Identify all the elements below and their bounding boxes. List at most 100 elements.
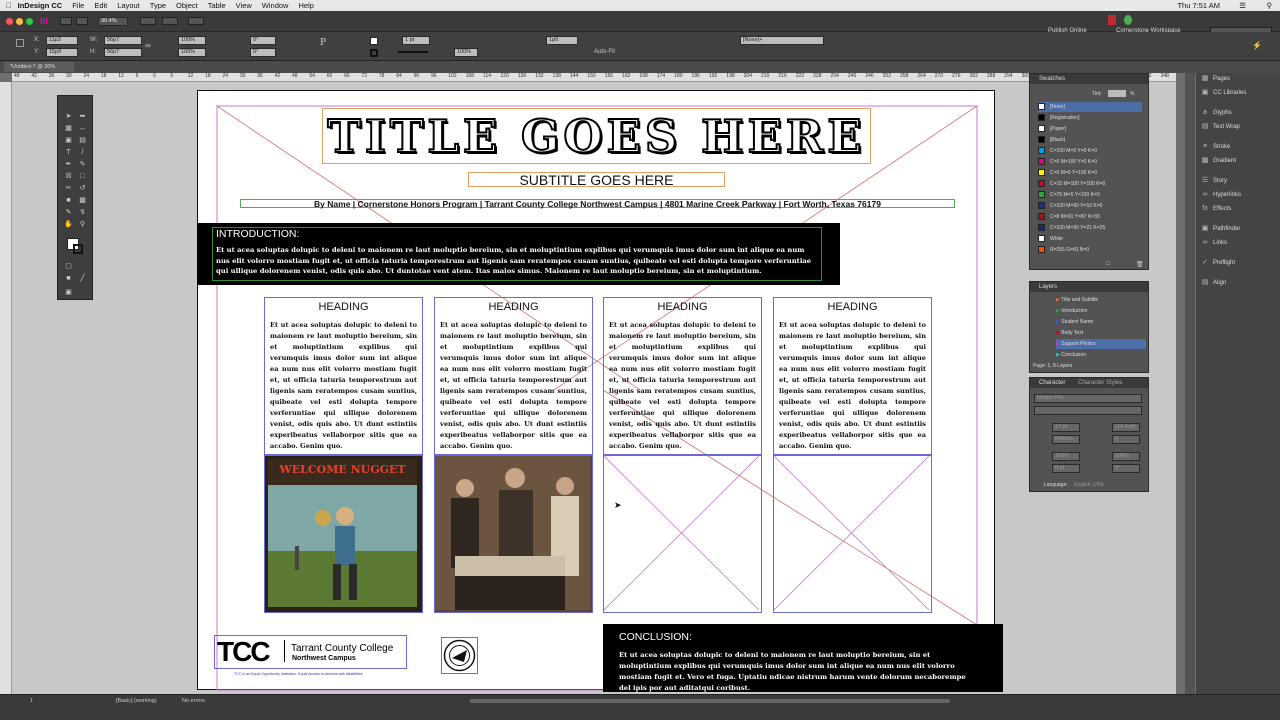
hand-tool-icon[interactable]: ✋: [64, 220, 73, 229]
font-family-select[interactable]: Minion Pro: [1034, 394, 1142, 403]
links-panel-button[interactable]: ∞ Links: [1196, 237, 1280, 249]
leading-field[interactable]: (14.4 pt): [1112, 423, 1140, 432]
constrain-proportions-icon[interactable]: ∞: [145, 41, 151, 50]
horizontal-scrollbar[interactable]: [470, 699, 950, 703]
preflight-panel-button[interactable]: ✓ Preflight: [1196, 257, 1280, 269]
apply-color-icon[interactable]: ■: [64, 274, 73, 283]
swatch-row[interactable]: C=100 M=90 Y=10 K=0: [1038, 201, 1142, 211]
x-position-field[interactable]: 11p3: [46, 36, 78, 45]
title-frame[interactable]: TITLE GOES HERE: [322, 108, 871, 164]
swatch-row[interactable]: C=100 M=0 Y=0 K=0: [1038, 146, 1142, 156]
menu-type[interactable]: Type: [150, 1, 166, 10]
swatch-row[interactable]: [Black]: [1038, 135, 1142, 145]
conclusion-body[interactable]: Et ut acea soluptas dolupic to deleni to…: [619, 650, 979, 694]
height-field[interactable]: 56p7: [104, 48, 142, 57]
font-style-select[interactable]: [1034, 406, 1142, 415]
sync-icon[interactable]: [1124, 15, 1132, 25]
swatches-title[interactable]: Swatches: [1030, 74, 1148, 84]
scale-y-field[interactable]: 100%: [178, 48, 206, 57]
introduction-body[interactable]: Et ut acea soluptas dolupic to deleni to…: [216, 245, 816, 277]
layer-row[interactable]: ▶ Student Name: [1056, 317, 1146, 327]
screen-mode-icon[interactable]: ▣: [64, 288, 73, 297]
gap-tool-icon[interactable]: ↔: [78, 124, 87, 133]
y-position-field[interactable]: 15p9: [46, 48, 78, 57]
menu-file[interactable]: File: [72, 1, 84, 10]
line-tool-icon[interactable]: /: [78, 148, 87, 157]
introduction-title[interactable]: INTRODUCTION:: [216, 228, 299, 240]
content-placer-icon[interactable]: ▤: [78, 136, 87, 145]
zoom-level-field[interactable]: 30.4%: [98, 17, 128, 26]
swatch-row[interactable]: C=0 M=0 Y=100 K=0: [1038, 168, 1142, 178]
type-tool-icon[interactable]: T: [64, 148, 73, 157]
conclusion-title[interactable]: CONCLUSION:: [619, 631, 692, 643]
free-transform-tool-icon[interactable]: ↺: [78, 184, 87, 193]
swatch-row[interactable]: C=8 M=91 Y=87 K=33: [1038, 212, 1142, 222]
gradient-swatch-tool-icon[interactable]: ■: [64, 196, 73, 205]
kerning-field[interactable]: Metrics: [1052, 435, 1080, 444]
support-photo-2[interactable]: [434, 455, 593, 613]
document-tab[interactable]: *Untitled-7 @ 30%: [4, 62, 74, 72]
tracking-field[interactable]: 0: [1112, 435, 1140, 444]
page-tool-icon[interactable]: ▦: [64, 124, 73, 133]
minibridge-button[interactable]: [76, 17, 88, 25]
swatch-row[interactable]: [Paper]: [1038, 124, 1142, 134]
lightning-icon[interactable]: ⚡: [1252, 41, 1262, 50]
cc-libraries-panel-button[interactable]: ▣ CC Libraries: [1196, 87, 1280, 99]
pages-panel-button[interactable]: ▦ Pages: [1196, 73, 1280, 85]
stroke-type-preview[interactable]: [398, 51, 428, 53]
menu-view[interactable]: View: [236, 1, 252, 10]
menu-edit[interactable]: Edit: [94, 1, 107, 10]
new-swatch-icon[interactable]: □: [1106, 261, 1110, 267]
rotation-field[interactable]: 0°: [250, 36, 276, 45]
honors-seal-frame[interactable]: [441, 637, 478, 674]
notification-icon[interactable]: ☰: [1239, 1, 1246, 10]
glyphs-panel-button[interactable]: a Glyphs: [1196, 107, 1280, 119]
effects-panel-button[interactable]: fx Effects: [1196, 203, 1280, 215]
vertical-ruler[interactable]: [0, 82, 12, 694]
baseline-shift-field[interactable]: 0 pt: [1052, 464, 1080, 473]
pencil-tool-icon[interactable]: ✎: [78, 160, 87, 169]
formatting-container-icon[interactable]: ▢: [64, 262, 73, 271]
stroke-panel-button[interactable]: ≡ Stroke: [1196, 141, 1280, 153]
screen-mode-button[interactable]: [140, 17, 156, 25]
minimize-window-icon[interactable]: [16, 18, 23, 25]
hyperlinks-panel-button[interactable]: ∞ Hyperlinks: [1196, 189, 1280, 201]
swatch-row[interactable]: [Registration]: [1038, 113, 1142, 123]
swatch-row[interactable]: C=15 M=100 Y=100 K=0: [1038, 179, 1142, 189]
opacity-field[interactable]: 100%: [454, 48, 478, 57]
font-size-field[interactable]: 12 pt: [1052, 423, 1080, 432]
apple-icon[interactable]: : [6, 1, 12, 10]
creative-cloud-icon[interactable]: [1108, 15, 1116, 25]
rectangle-tool-icon[interactable]: □: [78, 172, 87, 181]
view-options-button[interactable]: [162, 17, 178, 25]
swatch-row[interactable]: [None]: [1038, 102, 1142, 112]
character-styles-tab[interactable]: Character Styles: [1078, 380, 1122, 386]
stroke-color-icon[interactable]: [73, 244, 83, 254]
page-number-field[interactable]: 1: [30, 698, 33, 704]
apply-none-icon[interactable]: ╱: [78, 274, 87, 283]
auto-fit-checkbox[interactable]: Auto-Fit: [594, 49, 615, 55]
frame-type-icon[interactable]: P: [320, 38, 326, 48]
column-2[interactable]: HEADING Et ut acea soluptas dolupic to d…: [434, 297, 593, 455]
column-gutter-field[interactable]: 1p0: [546, 36, 578, 45]
support-photo-1[interactable]: WELCOME NUGGET: [264, 455, 423, 613]
horizontal-scale-field[interactable]: 100%: [1112, 452, 1140, 461]
width-field[interactable]: 56p7: [104, 36, 142, 45]
preflight-status[interactable]: No errors: [182, 698, 205, 704]
panel-dock-scrollbar[interactable]: [1185, 73, 1195, 694]
rectangle-frame-tool-icon[interactable]: ☒: [64, 172, 73, 181]
tcc-logo[interactable]: TCC Tarrant County College Northwest Cam…: [214, 635, 407, 669]
skew-field[interactable]: 0°: [1112, 464, 1140, 473]
close-window-icon[interactable]: [6, 18, 13, 25]
delete-swatch-icon[interactable]: 🗑: [1136, 261, 1144, 268]
column-3[interactable]: HEADING Et ut acea soluptas dolupic to d…: [603, 297, 762, 455]
page-title[interactable]: TITLE GOES HERE: [326, 109, 865, 164]
layer-row[interactable]: ▶ Conclusion: [1056, 350, 1146, 360]
menu-layout[interactable]: Layout: [117, 1, 140, 10]
layer-row[interactable]: ▶ Title and Subtitle: [1056, 295, 1146, 305]
swatch-row[interactable]: White: [1038, 234, 1142, 244]
align-panel-button[interactable]: ▤ Align: [1196, 277, 1280, 289]
gradient-feather-tool-icon[interactable]: ▩: [78, 196, 87, 205]
layers-title[interactable]: Layers: [1030, 282, 1148, 292]
menubar-clock[interactable]: Thu 7:51 AM: [1177, 1, 1220, 10]
